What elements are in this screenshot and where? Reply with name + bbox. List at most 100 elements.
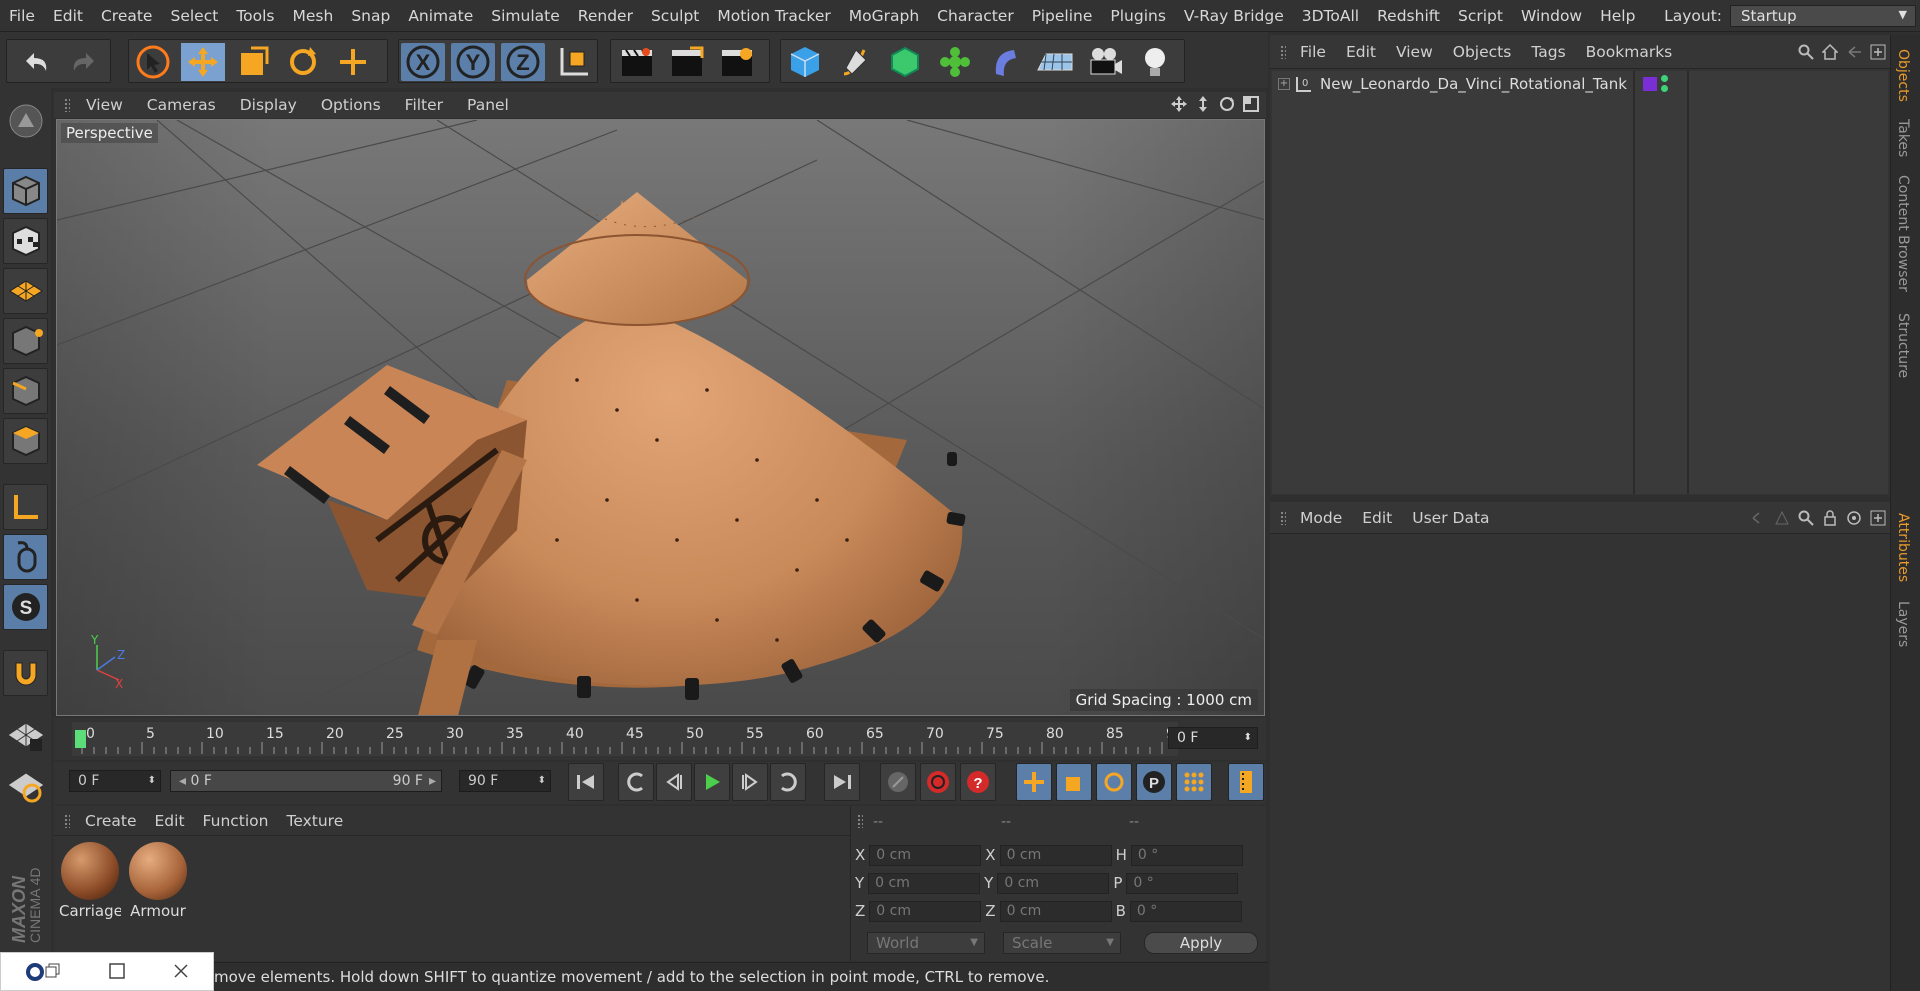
apply-button[interactable]: Apply [1144, 932, 1258, 954]
position-z-field[interactable]: 0 cm [869, 900, 982, 922]
move-tool-button[interactable] [181, 43, 225, 81]
menu-file[interactable]: File [0, 7, 44, 25]
previous-frame-button[interactable] [656, 763, 692, 801]
add-deformer-button[interactable] [983, 43, 1027, 81]
menu-vray-bridge[interactable]: V-Ray Bridge [1175, 7, 1293, 25]
previous-key-button[interactable] [618, 763, 654, 801]
menu-select[interactable]: Select [161, 7, 227, 25]
tab-takes[interactable]: Takes [1895, 119, 1911, 157]
axis-mode-button[interactable] [3, 484, 48, 530]
make-editable-button[interactable] [3, 98, 48, 144]
size-z-field[interactable]: 0 cm [999, 900, 1112, 922]
tab-structure[interactable]: Structure [1895, 313, 1911, 378]
layout-dropdown[interactable]: Startup ▼ [1730, 5, 1916, 27]
attribute-menu-user-data[interactable]: User Data [1402, 509, 1499, 527]
tab-layers[interactable]: Layers [1895, 601, 1911, 647]
timeline-window-button[interactable] [1228, 763, 1264, 801]
menu-mesh[interactable]: Mesh [284, 7, 343, 25]
orbit-icon[interactable] [1218, 95, 1236, 113]
position-x-field[interactable]: 0 cm [869, 844, 982, 866]
menu-window[interactable]: Window [1512, 7, 1591, 25]
menu-redshift[interactable]: Redshift [1368, 7, 1449, 25]
rotation-p-field[interactable]: 0 ° [1126, 872, 1239, 894]
coordinate-system-button[interactable] [551, 43, 595, 81]
add-spline-pen-button[interactable] [833, 43, 877, 81]
visibility-dots-icon[interactable] [1661, 75, 1669, 93]
menu-edit[interactable]: Edit [44, 7, 92, 25]
object-row[interactable]: + 0 New_Leonardo_Da_Vinci_Rotational_Tan… [1272, 71, 1888, 97]
lock-icon[interactable] [1822, 510, 1838, 526]
go-to-end-button[interactable] [824, 763, 860, 801]
menu-simulate[interactable]: Simulate [482, 7, 569, 25]
points-mode-button[interactable] [3, 318, 48, 364]
tab-objects[interactable]: Objects [1895, 49, 1911, 102]
object-menu-file[interactable]: File [1290, 43, 1336, 61]
viewport-camera-label[interactable]: Perspective [61, 123, 158, 143]
search-icon[interactable] [1798, 44, 1814, 60]
workplane-mode-button[interactable] [3, 268, 48, 314]
next-key-button[interactable] [770, 763, 806, 801]
restore-icon[interactable] [45, 963, 61, 979]
material-menu-texture[interactable]: Texture [277, 812, 352, 830]
edges-mode-button[interactable] [3, 368, 48, 414]
object-menu-tags[interactable]: Tags [1521, 43, 1575, 61]
viewport-menu-options[interactable]: Options [309, 96, 393, 114]
viewport-menu-cameras[interactable]: Cameras [135, 96, 228, 114]
viewport-grip-handle[interactable] [64, 98, 70, 112]
render-view-button[interactable] [615, 43, 659, 81]
menu-character[interactable]: Character [928, 7, 1023, 25]
perspective-viewport[interactable]: Y Z X Perspective Grid Spacing : 1000 cm [56, 119, 1265, 716]
frame-range-slider[interactable]: ◂ 0 F 90 F ▸ [170, 770, 442, 792]
menu-motion-tracker[interactable]: Motion Tracker [708, 7, 839, 25]
object-menu-objects[interactable]: Objects [1443, 43, 1522, 61]
new-panel-icon[interactable] [1870, 44, 1886, 60]
attribute-menu-mode[interactable]: Mode [1290, 509, 1352, 527]
render-to-picture-viewer-button[interactable] [665, 43, 709, 81]
size-x-field[interactable]: 0 cm [999, 844, 1112, 866]
current-frame-field[interactable]: 0 F ⬍ [1168, 727, 1258, 749]
layer-color-swatch[interactable] [1643, 77, 1657, 91]
key-rotation-button[interactable] [1096, 763, 1132, 801]
menu-sculpt[interactable]: Sculpt [642, 7, 708, 25]
model-mode-button[interactable] [3, 168, 48, 214]
live-selection-button[interactable] [131, 43, 175, 81]
workplane-axis-button[interactable] [3, 762, 48, 808]
object-menu-bookmarks[interactable]: Bookmarks [1576, 43, 1683, 61]
add-subdivision-button[interactable] [883, 43, 927, 81]
snap-button[interactable] [3, 650, 48, 696]
add-camera-button[interactable] [1083, 43, 1127, 81]
add-floor-button[interactable] [1033, 43, 1077, 81]
size-mode-dropdown[interactable]: Scale ▼ [1003, 932, 1121, 954]
new-panel-icon[interactable] [1870, 510, 1886, 526]
scale-tool-button[interactable] [231, 43, 275, 81]
tweak-mode-button[interactable] [3, 534, 48, 580]
expand-plus-icon[interactable]: + [1278, 78, 1290, 90]
menu-pipeline[interactable]: Pipeline [1023, 7, 1102, 25]
end-frame-field[interactable]: 90 F ⬍ [459, 770, 551, 792]
key-scale-button[interactable] [1056, 763, 1092, 801]
coordinate-mode-dropdown[interactable]: World ▼ [867, 932, 985, 954]
add-cloner-button[interactable] [933, 43, 977, 81]
material-menu-edit[interactable]: Edit [146, 812, 194, 830]
rotation-b-field[interactable]: 0 ° [1129, 900, 1242, 922]
keyframe-selection-button[interactable]: ? [960, 763, 996, 801]
object-menu-edit[interactable]: Edit [1336, 43, 1386, 61]
material-menu-create[interactable]: Create [76, 812, 146, 830]
tab-content-browser[interactable]: Content Browser [1895, 175, 1911, 292]
menu-help[interactable]: Help [1591, 7, 1644, 25]
size-y-field[interactable]: 0 cm [997, 872, 1110, 894]
viewport-menu-view[interactable]: View [74, 96, 135, 114]
pan-icon[interactable] [1170, 95, 1188, 113]
undo-button[interactable] [13, 43, 57, 81]
recent-tool-button[interactable] [331, 43, 375, 81]
up-arrow-icon[interactable] [1774, 510, 1790, 526]
y-axis-lock-button[interactable]: Y [451, 43, 495, 81]
play-button[interactable] [694, 763, 730, 801]
add-light-button[interactable] [1133, 43, 1177, 81]
z-axis-lock-button[interactable]: Z [501, 43, 545, 81]
object-menu-view[interactable]: View [1386, 43, 1443, 61]
menu-render[interactable]: Render [569, 7, 642, 25]
target-icon[interactable] [1846, 510, 1862, 526]
rotation-h-field[interactable]: 0 ° [1130, 844, 1243, 866]
x-axis-lock-button[interactable]: X [401, 43, 445, 81]
